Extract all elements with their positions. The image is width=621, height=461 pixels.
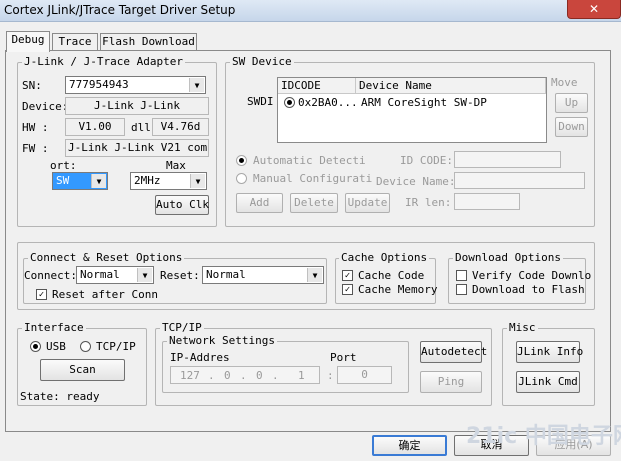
sn-label: SN: — [22, 79, 42, 92]
ip-octet-3: 0 — [256, 369, 263, 382]
tcpip-radio-label: TCP/IP — [96, 340, 136, 353]
port-select[interactable]: SW ▼ — [52, 172, 108, 190]
swdio-label: SWDI — [247, 95, 274, 108]
ip-dot: . — [272, 369, 279, 382]
jlink-info-button[interactable]: JLink Info — [516, 341, 583, 363]
ip-dot: . — [240, 369, 247, 382]
autodetect-button[interactable]: Autodetect — [420, 341, 487, 363]
usb-radio[interactable] — [30, 341, 41, 352]
ping-button[interactable]: Ping — [420, 371, 482, 393]
download-to-flash-label: Download to Flash — [472, 283, 585, 296]
usb-label: USB — [46, 340, 66, 353]
cache-memory-label: Cache Memory — [358, 283, 438, 296]
manual-configuration-radio[interactable] — [236, 173, 247, 184]
tab-flash-download[interactable]: Flash Download — [100, 33, 197, 51]
device-label: Device: — [22, 100, 69, 113]
window-title: Cortex JLink/JTrace Target Driver Setup — [4, 3, 236, 17]
reset-label: Reset: — [160, 269, 200, 282]
cache-options-group-title: Cache Options — [339, 251, 430, 264]
column-header-idcode[interactable]: IDCODE — [278, 78, 356, 94]
tcpip-radio[interactable] — [80, 341, 91, 352]
update-button[interactable]: Update — [345, 193, 390, 213]
jlink-cmd-button[interactable]: JLink Cmd — [516, 371, 580, 393]
automatic-detection-label: Automatic Detecti — [253, 154, 366, 167]
cache-code-label: Cache Code — [358, 269, 425, 282]
dll-label: dll — [131, 121, 151, 134]
delete-button[interactable]: Delete — [290, 193, 338, 213]
chevron-down-icon: ▼ — [91, 174, 106, 188]
column-header-device-name[interactable]: Device Name — [356, 78, 546, 94]
chevron-down-icon: ▼ — [189, 78, 204, 92]
ok-button[interactable]: 确定 — [372, 435, 447, 456]
port-separator: : — [327, 369, 334, 382]
scan-button[interactable]: Scan — [40, 359, 125, 381]
connect-select[interactable]: Normal ▼ — [76, 266, 154, 284]
reset-after-connect-label: Reset after Conn — [52, 288, 158, 301]
max-label: Max — [166, 159, 186, 172]
sw-device-row-name: ARM CoreSight SW-DP — [361, 96, 487, 109]
ip-address-label: IP-Addres — [170, 351, 230, 364]
download-to-flash-checkbox[interactable] — [456, 284, 467, 295]
adapter-group-title: J-Link / J-Trace Adapter — [22, 55, 185, 68]
sw-device-row-idcode: 0x2BA0... — [298, 96, 358, 109]
download-options-group-title: Download Options — [453, 251, 563, 264]
device-name-input[interactable] — [454, 172, 585, 189]
move-up-button[interactable]: Up — [555, 93, 588, 113]
verify-code-download-label: Verify Code Downlo — [472, 269, 592, 282]
ip-octet-4: 1 — [298, 369, 305, 382]
cache-memory-checkbox[interactable]: ✓ — [342, 284, 353, 295]
close-icon: ✕ — [588, 2, 600, 16]
misc-group-title: Misc — [507, 321, 538, 334]
automatic-detection-radio[interactable] — [236, 155, 247, 166]
network-settings-title: Network Settings — [167, 334, 277, 347]
interface-group-title: Interface — [22, 321, 86, 334]
ir-len-input[interactable] — [454, 193, 520, 210]
move-down-button[interactable]: Down — [555, 117, 588, 137]
cache-code-checkbox[interactable]: ✓ — [342, 270, 353, 281]
tcpip-group-title: TCP/IP — [160, 321, 204, 334]
tab-debug[interactable]: Debug — [6, 31, 50, 52]
verify-code-download-checkbox[interactable] — [456, 270, 467, 281]
manual-configuration-label: Manual Configurati — [253, 172, 373, 185]
fw-label: FW : — [22, 142, 49, 155]
reset-select[interactable]: Normal ▼ — [202, 266, 324, 284]
chevron-down-icon: ▼ — [137, 268, 152, 282]
ir-len-label: IR len: — [405, 196, 452, 209]
sn-select[interactable]: 777954943 ▼ — [65, 76, 206, 94]
watermark: 21ic 中国电子网 — [466, 424, 621, 449]
connect-label: Connect: — [24, 269, 77, 282]
ip-octet-2: 0 — [224, 369, 231, 382]
id-code-input[interactable] — [454, 151, 561, 168]
hw-label: HW : — [22, 121, 49, 134]
move-label: Move — [551, 76, 578, 89]
device-value: J-Link J-Link — [65, 97, 209, 115]
fw-value: J-Link J-Link V21 compi — [65, 139, 209, 157]
ip-octet-1: 127 — [180, 369, 200, 382]
sw-device-group-title: SW Device — [230, 55, 294, 68]
reset-after-connect-checkbox[interactable]: ✓ — [36, 289, 47, 300]
misc-group — [502, 328, 595, 406]
sw-device-row-radio[interactable] — [284, 97, 295, 108]
port-input[interactable]: 0 — [337, 366, 392, 384]
port-label: ort: — [50, 159, 77, 172]
chevron-down-icon: ▼ — [190, 174, 205, 188]
device-name-label: Device Name: — [376, 175, 456, 188]
connect-reset-group-title: Connect & Reset Options — [28, 251, 185, 264]
ip-dot: . — [208, 369, 215, 382]
hw-value: V1.00 — [65, 118, 125, 136]
add-button[interactable]: Add — [236, 193, 283, 213]
close-button[interactable]: ✕ — [567, 0, 621, 19]
state-text: State: ready — [20, 390, 100, 403]
chevron-down-icon: ▼ — [307, 268, 322, 282]
auto-clk-button[interactable]: Auto Clk — [155, 195, 209, 215]
port-label: Port — [330, 351, 357, 364]
tab-trace[interactable]: Trace — [52, 33, 98, 51]
id-code-label: ID CODE: — [400, 154, 453, 167]
dll-value: V4.76d — [152, 118, 209, 136]
max-clock-select[interactable]: 2MHz ▼ — [130, 172, 207, 190]
